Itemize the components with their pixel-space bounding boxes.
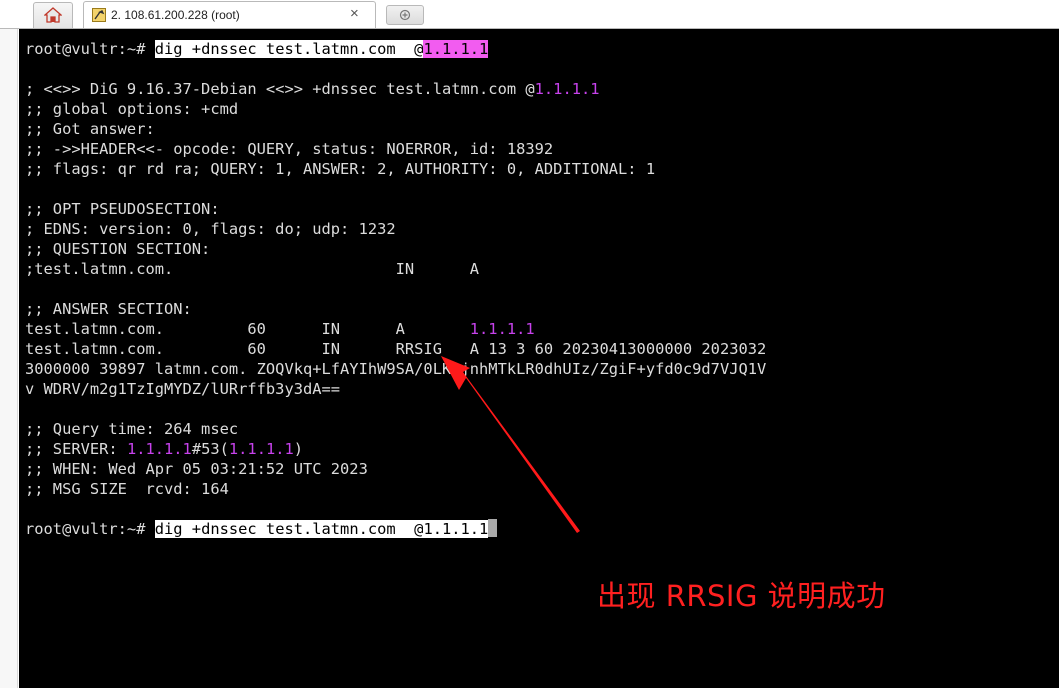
new-tab-icon	[399, 9, 411, 21]
server-prefix: ;; SERVER:	[25, 440, 127, 458]
terminal-cursor	[488, 519, 498, 537]
home-icon	[44, 7, 62, 23]
opt-section-line: ;; OPT PSEUDOSECTION:	[25, 200, 220, 218]
answer-a-record: test.latmn.com. 60 IN A 1.1.1.1	[25, 319, 766, 339]
global-options-line: ;; global options: +cmd	[25, 100, 239, 118]
question-row: ;test.latmn.com. IN A	[25, 260, 480, 278]
terminal-tool-icon	[92, 8, 106, 22]
terminal-output: root@vultr:~# dig +dnssec test.latmn.com…	[25, 39, 766, 539]
banner-text: ; <<>> DiG 9.16.37-Debian <<>> +dnssec t…	[25, 80, 535, 98]
command-text: dig +dnssec test.latmn.com @	[154, 40, 424, 58]
left-edge-panel	[0, 29, 18, 688]
prompt: root@vultr:~#	[25, 40, 155, 58]
tab-bar: 2. 108.61.200.228 (root) ×	[0, 0, 1059, 29]
got-answer-line: ;; Got answer:	[25, 120, 155, 138]
flags-line: ;; flags: qr rd ra; QUERY: 1, ANSWER: 2,…	[25, 160, 656, 178]
prompt: root@vultr:~#	[25, 520, 155, 538]
server-ip-paren: 1.1.1.1	[228, 440, 294, 458]
command-server-ip: 1.1.1.1	[423, 40, 489, 58]
new-tab-button[interactable]	[386, 5, 424, 25]
command-line-1: root@vultr:~# dig +dnssec test.latmn.com…	[25, 39, 766, 59]
terminal-screen[interactable]: root@vultr:~# dig +dnssec test.latmn.com…	[19, 29, 1059, 688]
header-line: ;; ->>HEADER<<- opcode: QUERY, status: N…	[25, 140, 554, 158]
banner-line: ; <<>> DiG 9.16.37-Debian <<>> +dnssec t…	[25, 79, 766, 99]
tab-title: 2. 108.61.200.228 (root)	[111, 8, 240, 22]
answer-section-line: ;; ANSWER SECTION:	[25, 300, 192, 318]
command-text-2: dig +dnssec test.latmn.com @1.1.1.1	[154, 520, 489, 538]
banner-server-ip: 1.1.1.1	[534, 80, 600, 98]
answer-a-ip: 1.1.1.1	[469, 320, 535, 338]
home-tab[interactable]	[33, 2, 73, 28]
session-tab[interactable]: 2. 108.61.200.228 (root) ×	[83, 1, 376, 29]
msg-size-line: ;; MSG SIZE rcvd: 164	[25, 480, 229, 498]
when-line: ;; WHEN: Wed Apr 05 03:21:52 UTC 2023	[25, 460, 368, 478]
question-section-line: ;; QUESTION SECTION:	[25, 240, 211, 258]
server-line: ;; SERVER: 1.1.1.1#53(1.1.1.1)	[25, 439, 766, 459]
annotation-text: 出现 RRSIG 说明成功	[597, 579, 886, 613]
answer-rrsig-line-3: v WDRV/m2g1TzIgMYDZ/lURrffb3y3dA==	[25, 380, 341, 398]
edns-line: ; EDNS: version: 0, flags: do; udp: 1232	[25, 220, 396, 238]
server-ip: 1.1.1.1	[126, 440, 192, 458]
answer-rrsig-line-2: 3000000 39897 latmn.com. ZOQVkq+LfAYIhW9…	[25, 360, 767, 378]
query-time-line: ;; Query time: 264 msec	[25, 420, 239, 438]
answer-a-prefix: test.latmn.com. 60 IN A	[25, 320, 470, 338]
answer-rrsig-line-1: test.latmn.com. 60 IN RRSIG A 13 3 60 20…	[25, 340, 767, 358]
server-port: #53(	[191, 440, 229, 458]
close-tab-icon[interactable]: ×	[350, 5, 359, 23]
command-line-2: root@vultr:~# dig +dnssec test.latmn.com…	[25, 519, 766, 539]
server-suffix: )	[293, 440, 304, 458]
